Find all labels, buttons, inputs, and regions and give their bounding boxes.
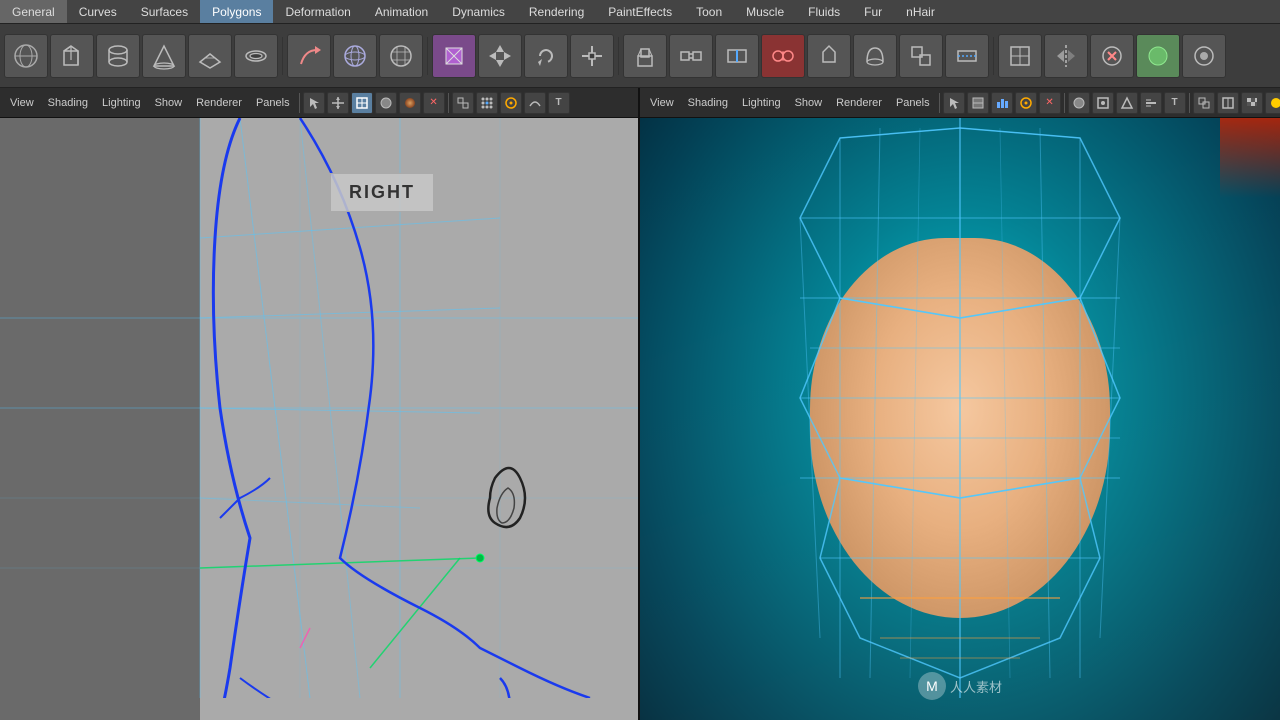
- left-vp-icon-select[interactable]: [303, 92, 325, 114]
- tool-bevel[interactable]: [807, 34, 851, 78]
- tool-smooth[interactable]: [853, 34, 897, 78]
- right-canvas[interactable]: M 人人素材: [640, 118, 1280, 720]
- left-vp-menu-lighting[interactable]: Lighting: [96, 91, 147, 115]
- right-vp-menu-show[interactable]: Show: [789, 91, 829, 115]
- left-vp-icon-snap-surface[interactable]: [524, 92, 546, 114]
- right-viewport-toolbar: View Shading Lighting Show Renderer Pane…: [640, 88, 1280, 118]
- left-vp-icon-move[interactable]: [327, 92, 349, 114]
- tool-cleanup[interactable]: [1090, 34, 1134, 78]
- menu-deformation[interactable]: Deformation: [273, 0, 362, 23]
- tool-mirror[interactable]: [1044, 34, 1088, 78]
- tool-curve-arrow[interactable]: [287, 34, 331, 78]
- right-vp-menu-panels[interactable]: Panels: [890, 91, 936, 115]
- tool-scale[interactable]: [570, 34, 614, 78]
- watermark-text: 人人素材: [950, 677, 1002, 696]
- tool-nurbs-sphere[interactable]: [333, 34, 377, 78]
- tool-combine[interactable]: [899, 34, 943, 78]
- menu-bar: General Curves Surfaces Polygons Deforma…: [0, 0, 1280, 24]
- left-vp-icon-wireframe[interactable]: [351, 92, 373, 114]
- left-vp-menu-shading[interactable]: Shading: [42, 91, 94, 115]
- right-vp-icon-wireframe-shaded[interactable]: [967, 92, 989, 114]
- right-vp-icon-checkerboard[interactable]: [1241, 92, 1263, 114]
- left-viewport-toolbar: View Shading Lighting Show Renderer Pane…: [0, 88, 638, 118]
- tool-sphere[interactable]: [4, 34, 48, 78]
- right-vp-icon-red-x[interactable]: ✕: [1039, 92, 1061, 114]
- tool-rotate[interactable]: [524, 34, 568, 78]
- tool-extrude[interactable]: [623, 34, 667, 78]
- right-vp-icon-hardware[interactable]: [1092, 92, 1114, 114]
- wire-mesh-overlay: [640, 118, 1280, 698]
- right-vp-icon-graph[interactable]: [991, 92, 1013, 114]
- tool-special-purple[interactable]: [432, 34, 476, 78]
- viewports: View Shading Lighting Show Renderer Pane…: [0, 88, 1280, 720]
- right-vp-menu-lighting[interactable]: Lighting: [736, 91, 787, 115]
- tool-cylinder[interactable]: [96, 34, 140, 78]
- viewport-right-label: RIGHT: [330, 173, 434, 212]
- right-vp-menu-shading[interactable]: Shading: [682, 91, 734, 115]
- tool-separate[interactable]: [945, 34, 989, 78]
- left-vp-menu-panels[interactable]: Panels: [250, 91, 296, 115]
- left-viewport: View Shading Lighting Show Renderer Pane…: [0, 88, 640, 720]
- right-vp-menu-view[interactable]: View: [644, 91, 680, 115]
- left-vp-icon-texture[interactable]: [399, 92, 421, 114]
- left-vp-icon-shaded[interactable]: [375, 92, 397, 114]
- menu-painteffects[interactable]: PaintEffects: [596, 0, 684, 23]
- left-vp-menu-renderer[interactable]: Renderer: [190, 91, 248, 115]
- main-toolbar: [0, 24, 1280, 88]
- right-viewport: View Shading Lighting Show Renderer Pane…: [640, 88, 1280, 720]
- menu-dynamics[interactable]: Dynamics: [440, 0, 517, 23]
- right-vp-icon-poly-display[interactable]: [1116, 92, 1138, 114]
- left-vp-menu-show[interactable]: Show: [149, 91, 189, 115]
- tool-circle-detail[interactable]: [1182, 34, 1226, 78]
- right-vp-icon-shaded2[interactable]: [1068, 92, 1090, 114]
- menu-animation[interactable]: Animation: [363, 0, 440, 23]
- right-vp-icon-snap2[interactable]: [1015, 92, 1037, 114]
- tool-subdivide[interactable]: [998, 34, 1042, 78]
- menu-surfaces[interactable]: Surfaces: [129, 0, 200, 23]
- menu-toon[interactable]: Toon: [684, 0, 734, 23]
- tool-torus[interactable]: [234, 34, 278, 78]
- tool-plane[interactable]: [188, 34, 232, 78]
- menu-nhair[interactable]: nHair: [894, 0, 947, 23]
- right-vp-icon-c2[interactable]: [1217, 92, 1239, 114]
- left-vp-menu-view[interactable]: View: [4, 91, 40, 115]
- left-vp-icon-poly-count[interactable]: [452, 92, 474, 114]
- right-vp-icon-c1[interactable]: [1193, 92, 1215, 114]
- tool-split[interactable]: [715, 34, 759, 78]
- menu-general[interactable]: General: [0, 0, 67, 23]
- menu-muscle[interactable]: Muscle: [734, 0, 796, 23]
- right-vp-icon-yellow[interactable]: [1265, 92, 1280, 114]
- watermark: M 人人素材: [918, 672, 1002, 700]
- left-bg-dark: [0, 118, 200, 720]
- tool-cone[interactable]: [142, 34, 186, 78]
- watermark-icon: M: [918, 672, 946, 700]
- tool-merge[interactable]: [761, 34, 805, 78]
- left-vp-icon-xray[interactable]: ✕: [423, 92, 445, 114]
- menu-polygons[interactable]: Polygons: [200, 0, 273, 23]
- tool-cube[interactable]: [50, 34, 94, 78]
- tool-bridge[interactable]: [669, 34, 713, 78]
- left-vp-icon-snap-point[interactable]: [500, 92, 522, 114]
- right-vp-icon-t2[interactable]: T: [1164, 92, 1186, 114]
- right-vp-icon-select[interactable]: [943, 92, 965, 114]
- left-vp-icon-t-label[interactable]: T: [548, 92, 570, 114]
- menu-curves[interactable]: Curves: [67, 0, 129, 23]
- tool-highlight[interactable]: [1136, 34, 1180, 78]
- tool-transform1[interactable]: [478, 34, 522, 78]
- menu-fur[interactable]: Fur: [852, 0, 894, 23]
- menu-fluids[interactable]: Fluids: [796, 0, 852, 23]
- left-vp-icon-snap-grid[interactable]: [476, 92, 498, 114]
- right-vp-menu-renderer[interactable]: Renderer: [830, 91, 888, 115]
- left-canvas[interactable]: RIGHT: [0, 118, 640, 720]
- menu-rendering[interactable]: Rendering: [517, 0, 596, 23]
- right-vp-icon-crease[interactable]: [1140, 92, 1162, 114]
- tool-poly-sphere2[interactable]: [379, 34, 423, 78]
